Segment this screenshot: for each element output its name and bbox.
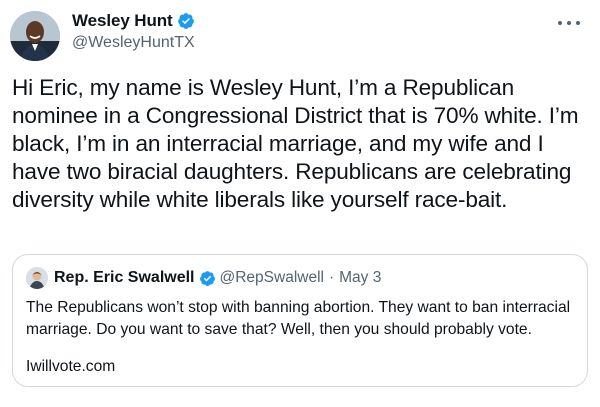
separator-dot: · (328, 269, 335, 286)
author-handle[interactable]: @WesleyHuntTX (72, 34, 195, 52)
quoted-tweet-date[interactable]: May 3 (339, 269, 381, 287)
quoted-tweet-header: Rep. Eric Swalwell @RepSwalwell · May 3 (26, 267, 381, 289)
quoted-author-avatar[interactable] (26, 267, 48, 289)
quoted-tweet-text: The Republicans won’t stop with banning … (26, 299, 571, 338)
tweet-text: Hi Eric, my name is Wesley Hunt, I’m a R… (12, 75, 579, 212)
author-avatar[interactable] (10, 11, 60, 61)
author-name[interactable]: Wesley Hunt (72, 11, 173, 31)
quoted-author-handle[interactable]: @RepSwalwell (220, 269, 324, 287)
more-options-icon[interactable] (558, 16, 580, 30)
quoted-author-name[interactable]: Rep. Eric Swalwell (54, 269, 195, 287)
verified-badge-icon (177, 13, 194, 29)
more-dot (576, 21, 580, 25)
quoted-tweet-link[interactable]: Iwillvote.com (26, 356, 115, 378)
author-block: Wesley Hunt @WesleyHuntTX (72, 10, 195, 52)
quoted-tweet[interactable]: Rep. Eric Swalwell @RepSwalwell · May 3 … (12, 254, 588, 387)
more-dot (558, 21, 562, 25)
verified-badge-icon (199, 270, 215, 286)
more-dot (567, 21, 571, 25)
